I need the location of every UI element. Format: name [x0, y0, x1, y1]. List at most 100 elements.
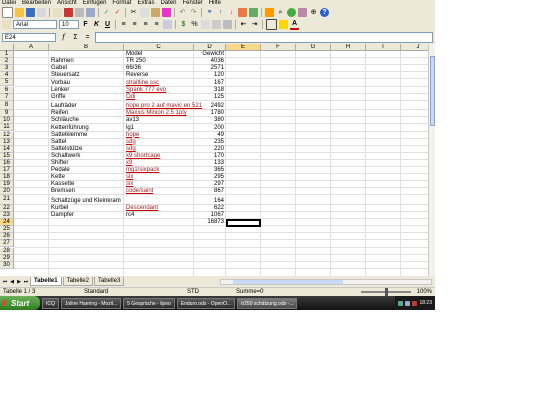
- cell-b[interactable]: Sattelstütze: [51, 146, 82, 152]
- row-header[interactable]: 27: [0, 240, 14, 248]
- decrease-indent-icon[interactable]: ⇤: [239, 20, 248, 29]
- row-header[interactable]: 20: [0, 188, 14, 196]
- bold-icon[interactable]: F: [81, 20, 90, 29]
- row-header[interactable]: 7: [0, 93, 14, 101]
- row-header[interactable]: 9: [0, 110, 14, 118]
- status-zoom[interactable]: 100%: [414, 289, 435, 295]
- add-decimal-icon[interactable]: [212, 19, 221, 29]
- column-header-e[interactable]: E: [226, 44, 261, 51]
- horizontal-scrollbar[interactable]: [220, 279, 432, 285]
- cell-c[interactable]: code/saint: [126, 188, 153, 194]
- cell-c[interactable]: Reverse: [126, 72, 148, 78]
- cell-d[interactable]: 318: [194, 87, 224, 93]
- cell-d[interactable]: 295: [194, 174, 224, 180]
- cell-c[interactable]: mg1/sixpack: [126, 167, 159, 173]
- pdf-icon[interactable]: [64, 7, 73, 17]
- equals-icon[interactable]: =: [83, 33, 92, 42]
- remove-decimal-icon[interactable]: [223, 19, 232, 29]
- cell-b[interactable]: Kassette: [51, 181, 74, 187]
- row-header[interactable]: 16: [0, 159, 14, 167]
- redo-icon[interactable]: ↷: [189, 8, 198, 17]
- row-header[interactable]: 29: [0, 254, 14, 262]
- cell-b[interactable]: Laufräder: [51, 103, 77, 109]
- pivot-icon[interactable]: [249, 7, 258, 17]
- next-sheet-icon[interactable]: ▶: [16, 279, 22, 285]
- cell-b[interactable]: Steuersatz: [51, 72, 80, 78]
- taskbar-button[interactable]: Joline Haering - Mozil...: [60, 297, 122, 309]
- cell-c[interactable]: Spank 777 evo: [126, 87, 166, 93]
- sort-asc-icon[interactable]: ↑: [216, 8, 225, 17]
- cell-d[interactable]: 125: [194, 94, 224, 100]
- cell-b[interactable]: Schaltwerk: [51, 153, 80, 159]
- vertical-scrollbar-thumb[interactable]: [430, 56, 435, 126]
- cell-d[interactable]: 235: [194, 139, 224, 145]
- column-header-d[interactable]: D: [194, 44, 226, 51]
- help-icon[interactable]: ?: [320, 7, 329, 17]
- currency-icon[interactable]: $: [179, 20, 188, 29]
- sheet-tab-tabelle3[interactable]: Tabelle3: [93, 277, 125, 286]
- cell-b[interactable]: Gabel: [51, 65, 67, 71]
- row-header[interactable]: 19: [0, 181, 14, 189]
- sort-desc-icon[interactable]: ↓: [227, 8, 236, 17]
- cell-b[interactable]: Sattel: [51, 139, 66, 145]
- sheet-tab-tabelle1[interactable]: Tabelle1: [30, 277, 62, 286]
- first-sheet-icon[interactable]: ⏮: [2, 279, 8, 285]
- cell-d[interactable]: 49: [194, 132, 224, 138]
- column-header-h[interactable]: H: [331, 44, 366, 51]
- active-cell-cursor[interactable]: [226, 219, 261, 228]
- cell-c[interactable]: slx: [126, 174, 133, 180]
- taskbar-button[interactable]: Enduro.ods - OpenO...: [176, 297, 236, 309]
- cell-d[interactable]: 1780: [194, 110, 224, 116]
- cell-d[interactable]: Gewicht: [194, 51, 224, 57]
- cell-d[interactable]: 4036: [194, 58, 224, 64]
- number-format-icon[interactable]: [201, 19, 210, 29]
- cell-b[interactable]: Sattelklemme: [51, 132, 87, 138]
- row-header[interactable]: 4: [0, 72, 14, 80]
- paste-icon[interactable]: [151, 7, 160, 17]
- cell-d[interactable]: 297: [194, 181, 224, 187]
- vertical-scrollbar[interactable]: [428, 44, 435, 276]
- row-header[interactable]: 21: [0, 195, 14, 205]
- preview-icon[interactable]: [86, 7, 95, 17]
- zoom-icon[interactable]: ⊕: [309, 8, 318, 17]
- cell-b[interactable]: Kette: [51, 174, 65, 180]
- open-folder-icon[interactable]: [15, 7, 24, 17]
- row-header[interactable]: 24: [0, 219, 14, 227]
- cell-c[interactable]: hope: [126, 132, 139, 138]
- underline-icon[interactable]: U: [103, 20, 112, 29]
- row-header[interactable]: 10: [0, 117, 14, 125]
- row-header[interactable]: 3: [0, 65, 14, 73]
- name-box[interactable]: E24: [2, 33, 56, 42]
- cell-d[interactable]: 164: [194, 198, 224, 204]
- font-size-box[interactable]: 10: [59, 19, 79, 29]
- cell-c[interactable]: slx: [126, 181, 133, 187]
- cell-d[interactable]: 2571: [194, 65, 224, 71]
- cell-c[interactable]: av13: [126, 117, 139, 123]
- save-icon[interactable]: [26, 7, 35, 17]
- cell-d[interactable]: 167: [194, 80, 224, 86]
- align-right-icon[interactable]: ≡: [141, 20, 150, 29]
- cell-d[interactable]: 365: [194, 167, 224, 173]
- row-header[interactable]: 22: [0, 204, 14, 212]
- align-left-icon[interactable]: ≡: [119, 20, 128, 29]
- column-header-f[interactable]: F: [261, 44, 296, 51]
- cell-c[interactable]: rc4: [126, 212, 134, 218]
- cell-b[interactable]: Shifter: [51, 160, 68, 166]
- row-header[interactable]: 18: [0, 174, 14, 182]
- prev-sheet-icon[interactable]: ◀: [9, 279, 15, 285]
- cell-d[interactable]: 16873: [194, 219, 224, 225]
- spreadsheet-grid[interactable]: A B C D E F G H I J 1 Model Gewicht 2 Rahmen TR 250 4036…: [0, 44, 428, 276]
- row-header[interactable]: 11: [0, 124, 14, 132]
- cell-b[interactable]: Kettenführung: [51, 125, 89, 131]
- row-header[interactable]: 14: [0, 145, 14, 153]
- cell-d[interactable]: 170: [194, 153, 224, 159]
- cell-d[interactable]: 133: [194, 160, 224, 166]
- row-header[interactable]: 17: [0, 167, 14, 175]
- zoom-slider[interactable]: [360, 288, 411, 296]
- last-sheet-icon[interactable]: ⏭: [23, 279, 29, 285]
- taskbar-button[interactable]: 5 Gespräche - lipeo: [123, 297, 175, 309]
- format-brush-icon[interactable]: [162, 7, 171, 17]
- row-header[interactable]: 1: [0, 51, 14, 59]
- cell-b[interactable]: Reifen: [51, 110, 68, 116]
- font-color-icon[interactable]: A: [290, 19, 299, 30]
